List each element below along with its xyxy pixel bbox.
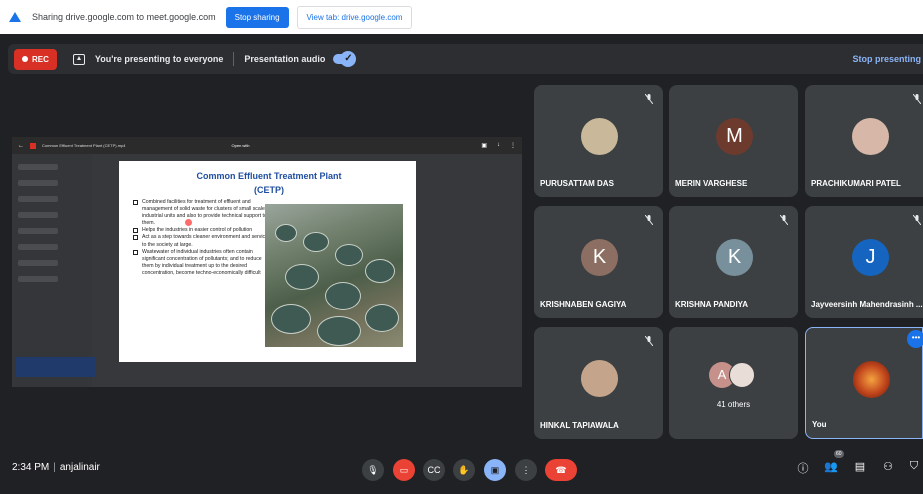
sharing-bar: Sharing drive.google.com to meet.google.…: [0, 0, 923, 34]
download-icon[interactable]: ↓: [497, 142, 500, 149]
mic-off-icon: [645, 215, 653, 225]
avatar: [581, 360, 618, 397]
participant-tile[interactable]: K KRISHNA PANDIYA: [669, 206, 798, 318]
participant-name: PRACHIKUMARI PATEL: [811, 179, 901, 188]
presenting-bar: REC You're presenting to everyone Presen…: [8, 44, 923, 74]
presentation-slide: Common Effluent Treatment Plant (CETP) C…: [119, 161, 416, 362]
record-dot-icon: [22, 56, 28, 62]
bullet-item: Wastewater of individual industries ofte…: [133, 249, 268, 277]
participant-name: HINKAL TAPIAWALA: [540, 421, 619, 430]
activities-icon[interactable]: ⚇: [880, 460, 896, 473]
bottom-control-bar: 2:34 PM | anjalinair 🎙 ▭ CC ✋ ▣ ⋮ ☎ ⓘ 👥 60…: [0, 446, 923, 494]
phone-hangup-icon: ☎: [555, 464, 567, 475]
avatar: M: [716, 118, 753, 155]
viewer-tools: ▣ ↓ ⋮: [481, 142, 516, 149]
file-type-icon: [30, 142, 36, 149]
avatar: [729, 362, 755, 388]
participant-name: MERIN VARGHESE: [675, 179, 748, 188]
more-options-button[interactable]: ⋮: [515, 459, 537, 481]
others-tile[interactable]: A 41 others: [669, 327, 798, 439]
participant-tile[interactable]: PURUSATTAM DAS: [534, 85, 663, 197]
more-icon[interactable]: ⋮: [510, 142, 516, 149]
participant-name: KRISHNA PANDIYA: [675, 300, 749, 309]
mic-off-icon: [913, 215, 921, 225]
rec-label: REC: [32, 54, 49, 64]
mic-off-icon: [645, 94, 653, 104]
recording-badge: REC: [14, 48, 57, 70]
more-vert-icon: ⋮: [521, 464, 531, 475]
participant-name: KRISHNABEN GAGIYA: [540, 300, 627, 309]
self-tile[interactable]: ••• You: [805, 327, 923, 439]
slide-title-line2: (CETP): [254, 185, 284, 195]
people-count-badge: 60: [834, 450, 844, 458]
treatment-plant-photo: [265, 204, 403, 347]
clock-time: 2:34 PM: [12, 462, 50, 473]
others-count: 41 others: [716, 400, 751, 409]
slide-bullets: Combined facilities for treatment of eff…: [133, 199, 268, 277]
meeting-details-icon[interactable]: ⓘ: [795, 460, 811, 476]
bullet-item: Helps the industries in easier control o…: [133, 227, 268, 234]
bullet-item: Combined facilities for treatment of eff…: [133, 199, 268, 227]
presentation-audio-toggle[interactable]: ✓: [333, 51, 357, 67]
avatar: [852, 118, 889, 155]
drive-viewer-header: ← Common Effluent Treatment Plant (CETP)…: [12, 137, 522, 154]
presenting-label: You're presenting to everyone: [94, 54, 224, 64]
host-controls-icon[interactable]: ⛉: [906, 460, 922, 473]
drive-sidebar: [12, 154, 96, 387]
present-button[interactable]: ▣: [484, 459, 506, 481]
view-tab-button[interactable]: View tab: drive.google.com: [296, 5, 413, 29]
presentation-audio-label: Presentation audio: [244, 54, 326, 64]
sharing-text: Sharing drive.google.com to meet.google.…: [32, 12, 216, 22]
camera-off-icon: ▭: [399, 464, 409, 475]
participant-tile[interactable]: PRACHIKUMARI PATEL: [805, 85, 923, 197]
meeting-code: anjalinair: [59, 462, 100, 473]
participant-tile[interactable]: J Jayveersinh Mahendrasinh ...: [805, 206, 923, 318]
avatar: [853, 361, 890, 398]
participant-tile[interactable]: M MERIN VARGHESE: [669, 85, 798, 197]
captions-button[interactable]: CC: [423, 459, 445, 481]
people-icon[interactable]: 👥: [823, 460, 839, 473]
leave-call-button[interactable]: ☎: [545, 459, 577, 481]
self-name: You: [812, 420, 827, 429]
avatar: [581, 118, 618, 155]
hand-icon: ✋: [458, 464, 470, 475]
mic-off-icon: [645, 336, 653, 346]
stop-sharing-button[interactable]: Stop sharing: [225, 6, 289, 28]
others-avatars: A: [709, 362, 755, 388]
more-options-icon[interactable]: •••: [907, 330, 923, 348]
avatar: K: [716, 239, 753, 276]
check-icon: ✓: [340, 51, 357, 67]
chat-icon[interactable]: ▤: [852, 460, 868, 473]
raise-hand-button[interactable]: ✋: [453, 459, 475, 481]
microphone-button[interactable]: 🎙: [362, 459, 384, 481]
divider: [233, 52, 235, 66]
bullet-item: Act as a step towards cleaner environmen…: [133, 234, 268, 248]
participant-name: PURUSATTAM DAS: [540, 179, 614, 188]
avatar: K: [581, 239, 618, 276]
laser-pointer: [185, 219, 192, 226]
participant-tile[interactable]: K KRISHNABEN GAGIYA: [534, 206, 663, 318]
slide-title-line1: Common Effluent Treatment Plant: [196, 171, 342, 181]
back-arrow-icon[interactable]: ←: [18, 143, 24, 149]
slide-title: Common Effluent Treatment Plant (CETP): [189, 169, 349, 197]
meeting-info: 2:34 PM | anjalinair: [12, 462, 100, 473]
cast-icon: [9, 12, 21, 22]
comment-icon[interactable]: ▣: [481, 142, 487, 149]
participant-name: Jayveersinh Mahendrasinh ...: [811, 300, 923, 309]
mic-off-icon: [913, 94, 921, 104]
captions-icon: CC: [427, 465, 441, 475]
file-name: Common Effluent Treatment Plant (CETP).m…: [42, 143, 126, 148]
mic-icon: 🎙: [367, 464, 379, 475]
open-with-button[interactable]: Open with: [232, 143, 250, 148]
participant-tile[interactable]: HINKAL TAPIAWALA: [534, 327, 663, 439]
present-icon: ▣: [490, 464, 500, 475]
stop-presenting-button[interactable]: Stop presenting: [852, 54, 921, 64]
present-screen-icon: [72, 53, 85, 65]
avatar: J: [852, 239, 889, 276]
camera-button[interactable]: ▭: [393, 459, 415, 481]
mic-off-icon: [780, 215, 788, 225]
